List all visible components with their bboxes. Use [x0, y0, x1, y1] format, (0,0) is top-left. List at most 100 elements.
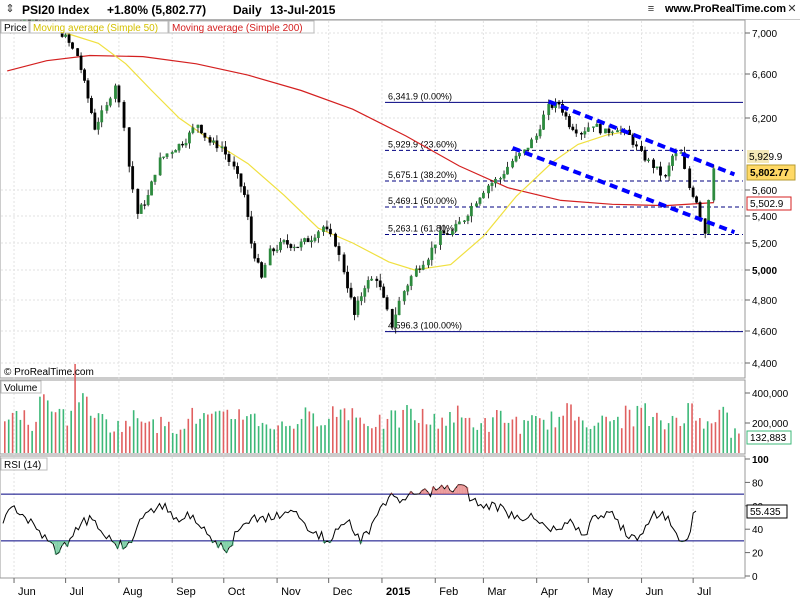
- candle-body: [191, 127, 195, 133]
- x-tick-label: Jun: [18, 586, 36, 598]
- candle-body: [557, 101, 561, 105]
- volume-bar: [82, 393, 84, 453]
- volume-bar: [406, 405, 408, 453]
- volume-bar: [7, 419, 10, 453]
- volume-bar: [289, 425, 291, 453]
- rsi-overbought-fill: [448, 490, 452, 495]
- candle-body: [170, 152, 174, 154]
- candle-body: [136, 188, 140, 214]
- volume-bar: [27, 424, 30, 453]
- volume-bar: [339, 409, 342, 453]
- candle-body: [643, 150, 647, 161]
- volume-bar: [433, 413, 436, 453]
- candle-body: [604, 128, 607, 134]
- x-tick-label: May: [592, 586, 613, 598]
- volume-bar: [273, 429, 276, 453]
- volume-bar: [183, 428, 186, 453]
- volume-bar: [527, 420, 529, 453]
- rsi-oversold-fill: [51, 540, 55, 545]
- y-tick-label: 5,400: [752, 212, 777, 223]
- copyright: © ProRealTime.com: [4, 367, 94, 378]
- volume-bar: [632, 426, 635, 453]
- volume-bar: [730, 437, 732, 453]
- volume-bar: [86, 396, 88, 453]
- candle-body: [325, 226, 329, 230]
- volume-bar: [472, 427, 475, 453]
- candle-body: [494, 178, 497, 184]
- rsi-tick-label: 40: [752, 525, 764, 536]
- candle-body: [366, 280, 370, 289]
- candle-body: [502, 173, 506, 179]
- volume-bar: [97, 413, 100, 453]
- candle-body: [184, 142, 188, 146]
- candle-body: [158, 157, 162, 176]
- candle-body: [564, 112, 568, 117]
- volume-bar: [574, 420, 576, 453]
- volume-bar: [203, 413, 205, 453]
- rsi-oversold-fill: [49, 540, 53, 542]
- volume-bar: [222, 411, 225, 453]
- candle-body: [688, 168, 692, 189]
- volume-bar: [50, 411, 53, 453]
- volume-bar: [456, 405, 459, 453]
- volume-bar: [480, 423, 482, 453]
- volume-bar: [285, 426, 287, 453]
- volume-bar: [347, 420, 350, 453]
- volume-bar: [359, 417, 361, 453]
- rsi-overbought-fill: [462, 485, 466, 495]
- candle-body: [487, 185, 490, 194]
- candle-body: [79, 55, 83, 70]
- rsi-oversold-fill: [130, 540, 134, 543]
- volume-bar: [398, 427, 400, 453]
- candle-body: [268, 248, 272, 266]
- rsi-overbought-fill: [423, 488, 427, 495]
- candle-body: [481, 192, 485, 199]
- volume-bar: [722, 406, 725, 453]
- volume-bar: [445, 425, 447, 453]
- rsi-oversold-fill: [211, 540, 215, 543]
- volume-bar: [308, 411, 311, 453]
- candle-body: [90, 98, 93, 114]
- chart-canvas[interactable]: 6,341.9 (0.00%) 5,929.9 (23.60%) 5,675.1 (…: [0, 0, 800, 600]
- candle-body: [595, 123, 599, 127]
- volume-bar: [523, 420, 525, 453]
- candle-body: [337, 246, 341, 255]
- volume-bar: [121, 431, 123, 453]
- rsi-oversold-fill: [230, 540, 234, 546]
- candle-body: [583, 131, 587, 135]
- rsi-tag: 55.435: [750, 507, 781, 518]
- volume-tick-label: 400,000: [752, 389, 789, 400]
- volume-bar: [484, 418, 486, 453]
- candle-body: [131, 166, 135, 190]
- volume-bar: [386, 418, 389, 453]
- volume-bar: [58, 408, 61, 453]
- candle-body: [187, 132, 191, 144]
- candle-body: [93, 112, 97, 130]
- volume-bar: [62, 409, 65, 453]
- volume-bar: [160, 416, 162, 453]
- candle-body: [375, 278, 379, 281]
- volume-bar: [519, 433, 522, 453]
- candle-body: [571, 126, 575, 130]
- volume-bar: [312, 413, 315, 453]
- rsi-overbought-fill: [426, 491, 430, 495]
- y-tick-label: 7,000: [752, 29, 777, 40]
- volume-bar: [281, 421, 283, 453]
- volume-bar: [11, 412, 14, 453]
- rsi-oversold-fill: [359, 540, 363, 544]
- candle-body: [475, 203, 478, 207]
- candle-body: [409, 276, 413, 286]
- volume-bar: [695, 420, 697, 453]
- volume-bar: [550, 411, 553, 453]
- candle-body: [260, 262, 264, 278]
- candle-body: [635, 144, 638, 147]
- volume-bar: [507, 422, 510, 453]
- candle-body: [664, 175, 668, 177]
- volume-bar: [136, 418, 139, 453]
- volume-bar: [246, 416, 248, 453]
- y-tick-label: 4,800: [752, 296, 777, 307]
- volume-bar: [617, 416, 619, 453]
- volume-bar: [515, 416, 518, 453]
- volume-bar: [726, 412, 728, 453]
- rsi-overbought-fill: [389, 493, 393, 495]
